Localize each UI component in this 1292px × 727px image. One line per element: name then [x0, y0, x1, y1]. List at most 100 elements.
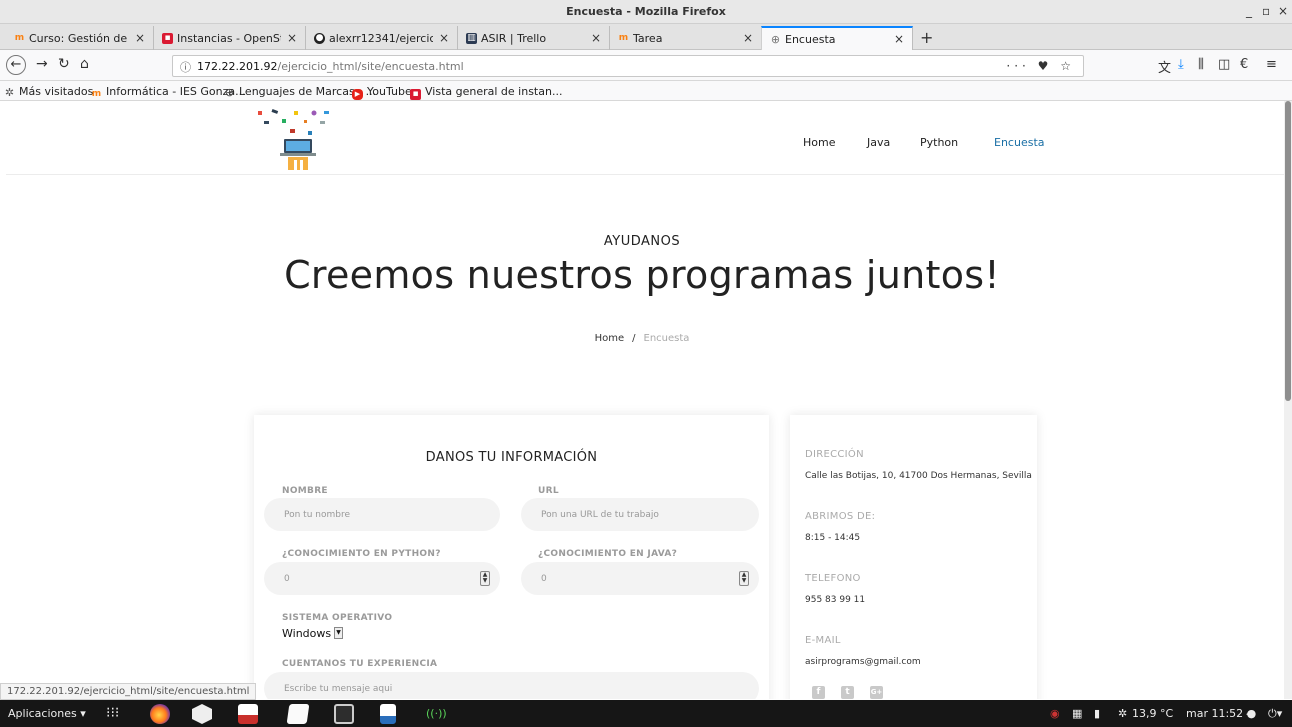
mail-client-icon[interactable] — [238, 704, 258, 724]
extension-icon[interactable]: € — [1240, 57, 1248, 72]
tab-encuesta[interactable]: ⊕ Encuesta × — [761, 26, 913, 50]
nav-java[interactable]: Java — [867, 136, 890, 149]
notification-icon[interactable]: ◉ — [1050, 707, 1060, 720]
close-tab-icon[interactable]: × — [743, 31, 753, 45]
sidebar-icon[interactable]: ◫ — [1218, 57, 1230, 72]
tab-github[interactable]: ● alexrr12341/ejercicio_htm × — [306, 26, 458, 50]
google-plus-icon[interactable]: G+ — [870, 686, 883, 699]
minimize-button[interactable]: _ — [1246, 4, 1252, 18]
facebook-icon[interactable]: f — [812, 686, 825, 699]
firefox-icon[interactable] — [150, 704, 170, 724]
nav-encuesta[interactable]: Encuesta — [994, 136, 1045, 149]
email-value: asirprograms@gmail.com — [805, 657, 921, 667]
url-text: 172.22.201.92/ejercicio_html/site/encues… — [197, 60, 464, 73]
close-tab-icon[interactable]: × — [894, 32, 904, 46]
back-button[interactable]: ← — [6, 55, 26, 75]
python-knowledge-value: 0 — [284, 573, 290, 584]
tab-curso[interactable]: m Curso: Gestión de Bases d × — [6, 26, 154, 50]
openstack-icon: ▪ — [162, 32, 173, 44]
survey-form: DANOS TU INFORMACIÓN NOMBRE Pon tu nombr… — [254, 415, 769, 699]
translate-icon[interactable]: 文 — [1158, 57, 1171, 76]
tab-tarea[interactable]: m Tarea × — [610, 26, 762, 50]
nav-home[interactable]: Home — [803, 136, 835, 149]
breadcrumb-current: Encuesta — [643, 333, 690, 344]
tab-label: Encuesta — [785, 32, 836, 46]
direccion-value: Calle las Botijas, 10, 41700 Dos Hermana… — [805, 471, 1032, 481]
status-url-tooltip: 172.22.201.92/ejercicio_html/site/encues… — [0, 683, 257, 700]
experience-label: CUENTANOS TU EXPERIENCIA — [282, 659, 438, 669]
spinner-arrows-icon[interactable]: ▲ ▼ — [480, 571, 490, 586]
document-icon[interactable] — [380, 704, 396, 724]
system-taskbar: Aplicaciones ▾ ⁝⁝⁝ ((·)) ◉ ▦ ▮ ✲ 13,9 °C… — [0, 700, 1292, 727]
page-scrollbar[interactable] — [1284, 101, 1292, 699]
tab-label: Tarea — [633, 31, 663, 45]
telefono-label: TELEFONO — [805, 573, 861, 584]
bookmark-youtube[interactable]: ▶ YouTube — [352, 85, 412, 100]
site-logo-icon[interactable] — [254, 109, 346, 171]
power-icon[interactable]: ⏻▾ — [1268, 707, 1282, 721]
bookmark-mas-visitados[interactable]: ✲ Más visitados — [4, 85, 93, 98]
home-button[interactable]: ⌂ — [80, 56, 89, 72]
tab-label: ASIR | Trello — [481, 31, 547, 45]
nombre-label: NOMBRE — [282, 486, 328, 496]
forward-button[interactable]: → — [36, 56, 48, 72]
moodle-icon: m — [91, 89, 102, 99]
url-path: /ejercicio_html/site/encuesta.html — [277, 60, 464, 73]
close-tab-icon[interactable]: × — [135, 31, 145, 45]
weather-icon: ✲ — [1118, 707, 1128, 720]
twitter-icon[interactable]: t — [841, 686, 854, 699]
direccion-label: DIRECCIÓN — [805, 449, 864, 460]
apps-grid-icon[interactable]: ⁝⁝⁝ — [106, 705, 119, 721]
nombre-input[interactable]: Pon tu nombre — [264, 498, 500, 531]
bookmark-informatica[interactable]: m Informática - IES Gonza... — [91, 85, 246, 100]
close-tab-icon[interactable]: × — [287, 31, 297, 45]
web-page: Home Java Python Encuesta AYUDANOS Creem… — [0, 101, 1284, 699]
python-knowledge-input[interactable]: 0 ▲ ▼ — [264, 562, 500, 595]
url-host: 172.22.201.92 — [197, 60, 278, 73]
url-bar[interactable]: ⓘ 172.22.201.92/ejercicio_html/site/encu… — [172, 55, 1084, 77]
tab-openstack[interactable]: ▪ Instancias - OpenStack Da × — [154, 26, 306, 50]
scrollbar-thumb[interactable] — [1285, 101, 1291, 401]
page-actions[interactable]: ··· ♥ ☆ — [1006, 59, 1075, 73]
site-header: Home Java Python Encuesta — [6, 101, 1284, 175]
email-label: E-MAIL — [805, 635, 841, 646]
menu-icon[interactable]: ≡ — [1266, 57, 1277, 72]
window-title: Encuesta - Mozilla Firefox — [566, 5, 726, 18]
gear-icon: ✲ — [4, 86, 15, 99]
download-icon[interactable]: ⤓ — [1178, 57, 1184, 72]
bookmark-label: Vista general de instan... — [425, 85, 563, 98]
experience-textarea[interactable]: Escribe tu mensaje aqui — [264, 672, 759, 699]
virtualbox-icon[interactable] — [192, 704, 212, 724]
hero-title: Creemos nuestros programas juntos! — [284, 253, 1000, 297]
info-icon[interactable]: ⓘ — [180, 59, 191, 75]
network-signal-icon[interactable]: ((·)) — [426, 707, 447, 720]
python-knowledge-label: ¿CONOCIMIENTO EN PYTHON? — [282, 549, 441, 559]
close-tab-icon[interactable]: × — [439, 31, 449, 45]
workspace-icon[interactable]: ▦ — [1072, 707, 1082, 720]
tab-label: Curso: Gestión de Bases d — [29, 31, 129, 45]
reload-button[interactable]: ↻ — [58, 56, 70, 72]
os-select[interactable]: Windows ▼ — [282, 626, 344, 640]
url-input[interactable]: Pon una URL de tu trabajo — [521, 498, 759, 531]
library-icon[interactable]: ⫼ — [1198, 57, 1204, 72]
breadcrumb-home[interactable]: Home — [595, 333, 625, 344]
applications-menu[interactable]: Aplicaciones ▾ — [8, 707, 86, 720]
bookmark-vista-general[interactable]: ▪ Vista general de instan... — [410, 85, 562, 100]
terminal-icon[interactable] — [334, 704, 354, 724]
volume-icon[interactable]: ◂ᐧ — [1246, 707, 1254, 720]
files-icon[interactable]: ▮ — [1094, 707, 1100, 720]
text-editor-icon[interactable] — [286, 704, 310, 724]
tab-label: Instancias - OpenStack Da — [177, 31, 281, 45]
close-tab-icon[interactable]: × — [591, 31, 601, 45]
temperature-text[interactable]: 13,9 °C — [1132, 707, 1173, 720]
java-knowledge-input[interactable]: 0 ▲ ▼ — [521, 562, 759, 595]
trello-icon: ▥ — [466, 32, 477, 44]
maximize-button[interactable]: ▫ — [1262, 4, 1270, 18]
tab-trello[interactable]: ▥ ASIR | Trello × — [458, 26, 610, 50]
tab-strip: m Curso: Gestión de Bases d × ▪ Instanci… — [0, 24, 1292, 50]
nav-python[interactable]: Python — [920, 136, 958, 149]
os-select-value: Windows — [282, 626, 332, 640]
close-window-button[interactable]: × — [1278, 4, 1288, 18]
spinner-arrows-icon[interactable]: ▲ ▼ — [739, 571, 749, 586]
new-tab-button[interactable]: + — [920, 28, 933, 47]
